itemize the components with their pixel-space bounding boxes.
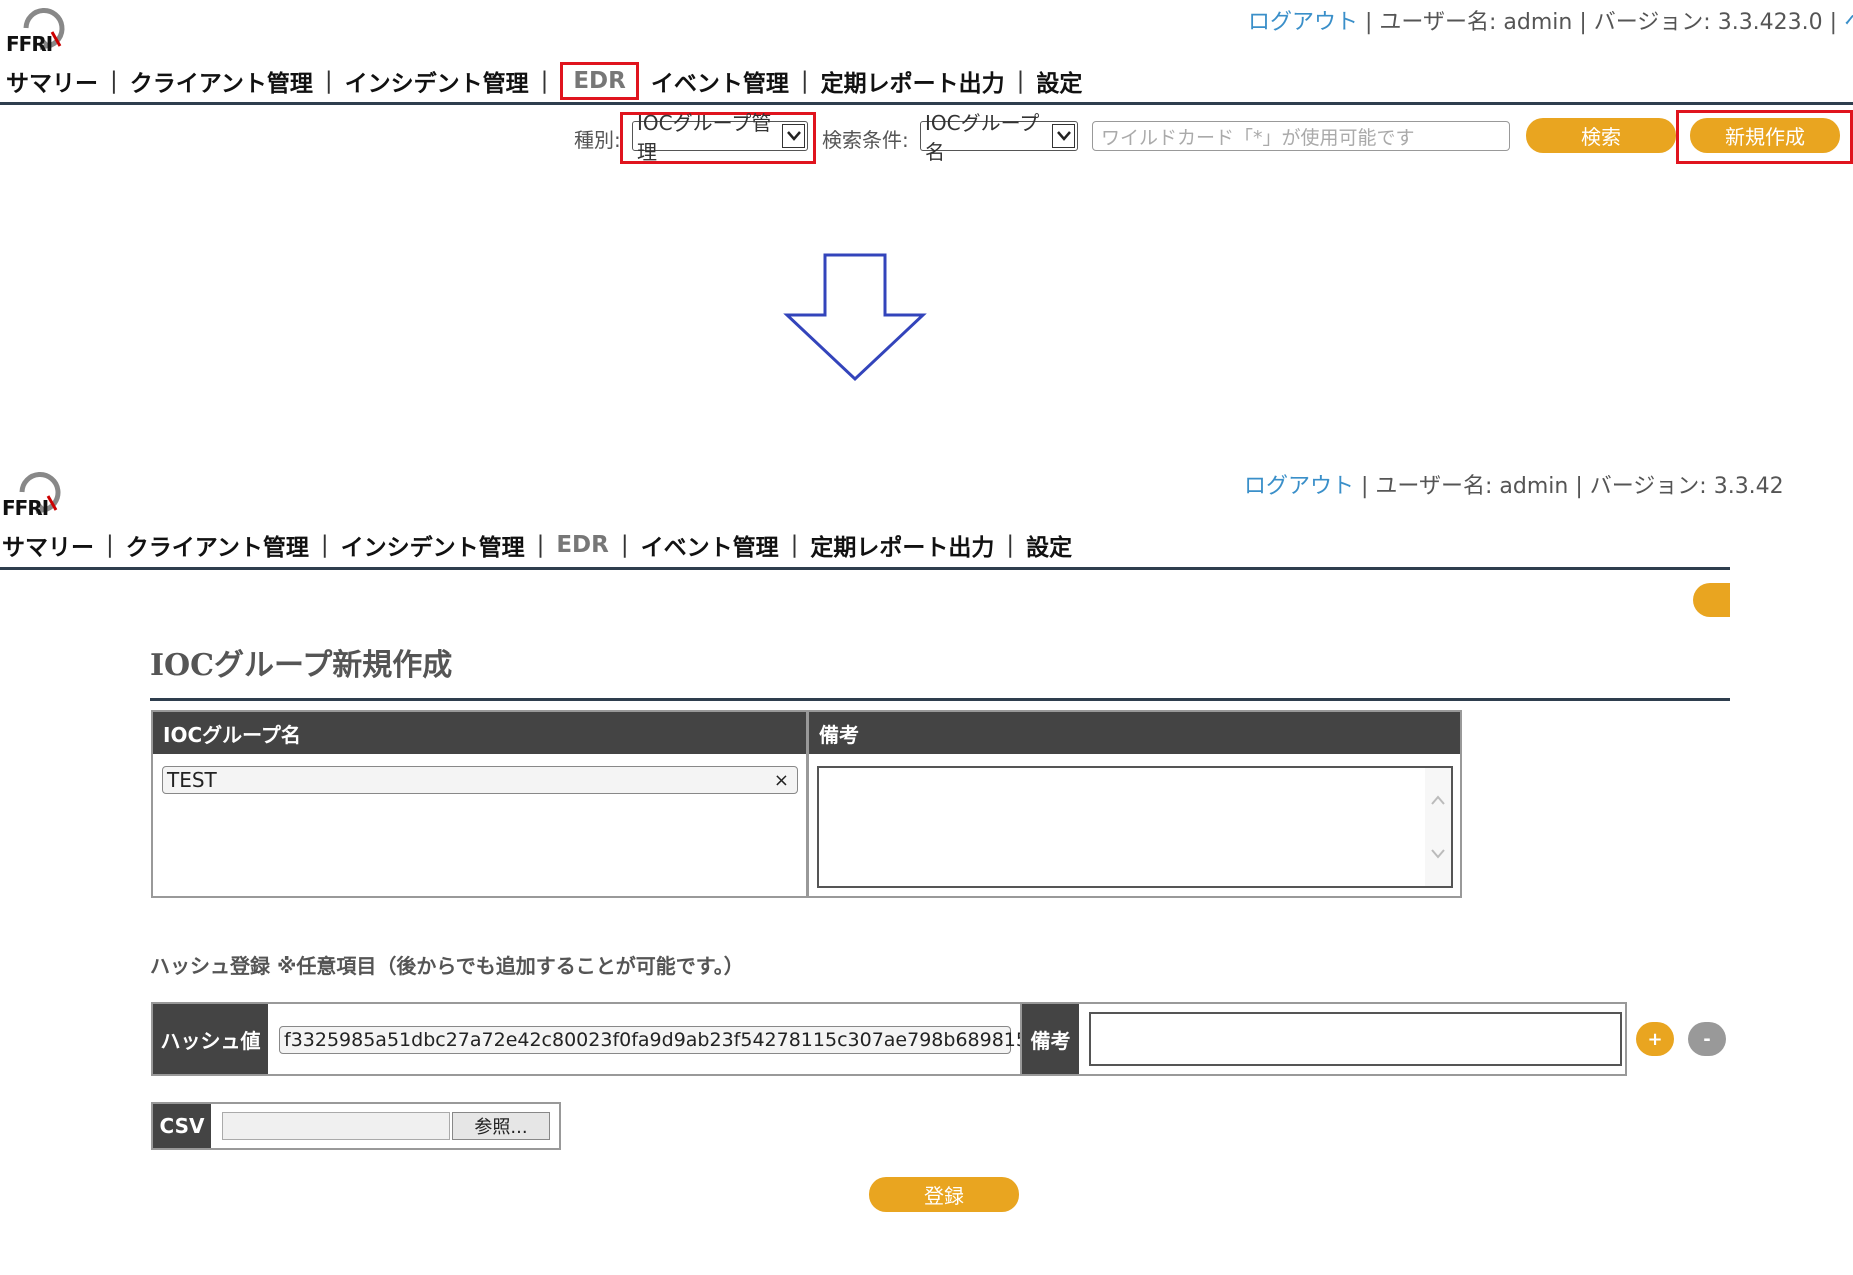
nav-summary[interactable]: サマリー: [2, 528, 94, 562]
hash-note-label: 備考: [1022, 1004, 1079, 1074]
nav-settings[interactable]: 設定: [1036, 64, 1082, 98]
keyword-input[interactable]: ワイルドカード「*」が使用可能です: [1092, 121, 1510, 151]
csv-label: CSV: [153, 1104, 211, 1148]
new-button[interactable]: 新規作成: [1690, 118, 1840, 153]
note-textarea[interactable]: [817, 766, 1453, 888]
hash-note-input[interactable]: [1089, 1012, 1622, 1066]
partial-button[interactable]: [1693, 583, 1730, 617]
condition-label: 検索条件:: [822, 128, 909, 152]
search-button[interactable]: 検索: [1526, 118, 1676, 153]
hash-label: ハッシュ値: [153, 1004, 268, 1074]
nav-event[interactable]: イベント管理: [651, 64, 789, 98]
col-divider: [806, 712, 809, 896]
nav-edr[interactable]: EDR: [556, 532, 609, 558]
chevron-up-icon[interactable]: [1430, 794, 1446, 806]
ffri-logo: FFRI: [6, 6, 66, 56]
nav-report[interactable]: 定期レポート出力: [810, 528, 994, 562]
csv-file-input[interactable]: [222, 1112, 450, 1140]
header-divider: [0, 102, 1853, 105]
logout-link[interactable]: ログアウト: [1248, 10, 1358, 35]
main-nav-2: サマリー | クライアント管理 | インシデント管理 | EDR | イベント管理 | 定…: [2, 528, 1072, 562]
nav-summary[interactable]: サマリー: [6, 64, 98, 98]
col-header-note: 備考: [809, 712, 1460, 754]
down-arrow-icon: [783, 253, 927, 382]
nav-event[interactable]: イベント管理: [641, 528, 779, 562]
main-nav: サマリー | クライアント管理 | インシデント管理 | EDR イベント管理 | 定期…: [6, 62, 1082, 100]
hash-input[interactable]: f3325985a51dbc27a72e42c80023f0fa9d9ab23f…: [279, 1026, 1028, 1054]
nav-settings[interactable]: 設定: [1026, 528, 1072, 562]
group-name-input[interactable]: TEST ×: [162, 766, 798, 794]
browse-button[interactable]: 参照...: [452, 1112, 550, 1140]
chevron-down-icon[interactable]: [1430, 848, 1446, 860]
nav-incident[interactable]: インシデント管理: [345, 64, 529, 98]
user-label: ユーザー名: admin: [1379, 10, 1573, 35]
textarea-scrollbar[interactable]: [1425, 768, 1451, 886]
top-links-2: ログアウト | ユーザー名: admin | バージョン: 3.3.42: [1244, 474, 1784, 499]
chevron-down-icon: [1052, 124, 1075, 148]
type-select[interactable]: IOCグループ管理: [632, 111, 808, 164]
remove-row-button[interactable]: -: [1688, 1022, 1726, 1056]
logout-link[interactable]: ログアウト: [1244, 474, 1354, 499]
condition-select[interactable]: IOCグループ名: [920, 111, 1078, 164]
nav-incident[interactable]: インシデント管理: [341, 528, 525, 562]
nav-edr[interactable]: EDR: [560, 62, 639, 100]
hash-section-label: ハッシュ登録 ※任意項目（後からでも追加することが可能です。）: [150, 954, 744, 978]
version-label: バージョン: 3.3.42: [1589, 474, 1784, 499]
version-label: バージョン: 3.3.423.0: [1593, 10, 1823, 35]
ffri-logo-2: FFRI: [2, 470, 62, 520]
header-divider-2: [0, 567, 1730, 570]
col-header-name: IOCグループ名: [153, 712, 806, 754]
user-label: ユーザー名: admin: [1375, 474, 1569, 499]
chevron-down-icon: [782, 124, 805, 148]
type-label: 種別:: [574, 128, 621, 152]
nav-client[interactable]: クライアント管理: [126, 528, 309, 562]
add-row-button[interactable]: +: [1636, 1022, 1674, 1056]
page-title: IOCグループ新規作成: [150, 648, 453, 683]
register-button[interactable]: 登録: [869, 1177, 1019, 1212]
help-link[interactable]: ヘルプ: [1844, 10, 1853, 35]
clear-icon[interactable]: ×: [774, 770, 789, 791]
nav-client[interactable]: クライアント管理: [130, 64, 313, 98]
nav-report[interactable]: 定期レポート出力: [821, 64, 1005, 98]
title-divider: [150, 698, 1730, 701]
top-links: ログアウト | ユーザー名: admin | バージョン: 3.3.423.0 …: [1248, 4, 1853, 36]
